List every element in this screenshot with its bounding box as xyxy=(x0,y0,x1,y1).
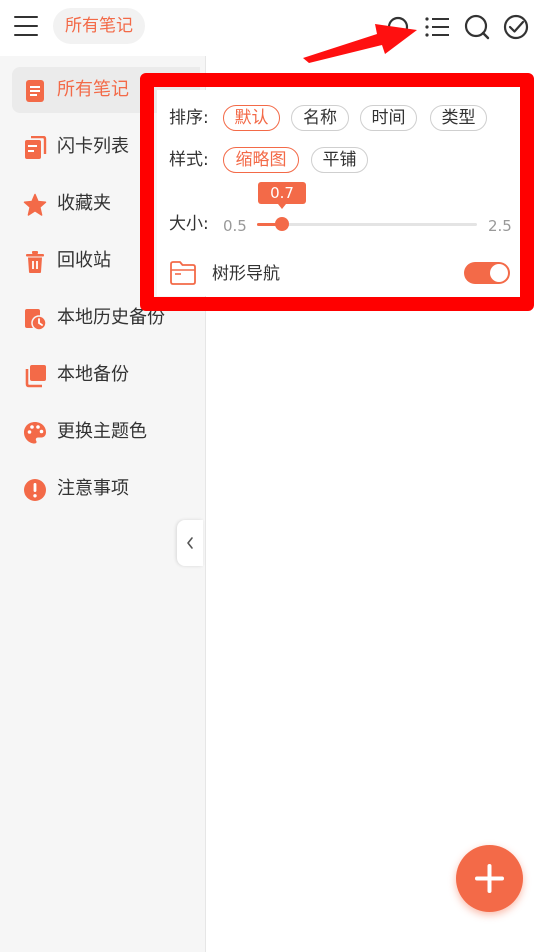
sort-option-type[interactable]: 类型 xyxy=(430,105,487,131)
sidebar-item-notes[interactable]: 注意事项 xyxy=(12,466,200,512)
size-max-value: 2.5 xyxy=(488,217,512,235)
top-bar: 所有笔记 xyxy=(0,0,554,56)
size-slider[interactable]: 0.7 xyxy=(257,182,477,231)
sort-label: 排序: xyxy=(169,108,209,128)
view-settings-panel: 排序: 默认 名称 时间 类型 样式: 缩略图 平铺 大小: 0.5 0.7 2… xyxy=(157,90,519,296)
sidebar-item-label: 本地历史备份 xyxy=(57,307,165,328)
size-value-tooltip: 0.7 xyxy=(258,182,306,209)
size-label: 大小: xyxy=(169,214,209,234)
sidebar-item-local-history-backup[interactable]: 本地历史备份 xyxy=(12,295,200,341)
sort-option-default[interactable]: 默认 xyxy=(223,105,280,131)
add-note-button[interactable] xyxy=(456,845,523,912)
sidebar-collapse-button[interactable] xyxy=(177,520,203,566)
style-option-thumbnail[interactable]: 缩略图 xyxy=(223,147,299,173)
sidebar-item-label: 更换主题色 xyxy=(57,421,147,442)
history-backup-icon xyxy=(25,309,47,331)
annotation-arrow xyxy=(303,24,417,63)
sidebar-item-label: 所有笔记 xyxy=(57,79,129,100)
sidebar-item-label: 闪卡列表 xyxy=(57,136,129,157)
toggle-knob xyxy=(490,264,508,282)
sidebar-item-theme-color[interactable]: 更换主题色 xyxy=(12,409,200,455)
select-check-icon[interactable] xyxy=(501,12,531,42)
style-option-tile[interactable]: 平铺 xyxy=(311,147,368,173)
palette-icon xyxy=(24,422,46,444)
trash-icon xyxy=(26,251,44,273)
sidebar-item-label: 收藏夹 xyxy=(57,193,111,214)
style-label: 样式: xyxy=(169,150,209,170)
list-view-icon[interactable] xyxy=(422,12,452,42)
flashcards-icon xyxy=(25,136,47,159)
sidebar-item-label: 注意事项 xyxy=(57,478,129,499)
menu-icon[interactable] xyxy=(14,15,38,37)
folder-icon xyxy=(170,261,196,285)
chevron-left-icon xyxy=(187,537,193,549)
star-icon xyxy=(23,193,47,216)
sidebar-item-local-backup[interactable]: 本地备份 xyxy=(12,352,200,398)
page-title: 所有笔记 xyxy=(53,8,145,44)
backup-icon xyxy=(25,365,46,388)
sidebar-item-label: 本地备份 xyxy=(57,364,129,385)
tree-nav-label: 树形导航 xyxy=(212,264,280,284)
sort-option-time[interactable]: 时间 xyxy=(360,105,417,131)
tree-nav-toggle[interactable] xyxy=(464,262,510,284)
alert-icon xyxy=(24,479,46,501)
size-min-value: 0.5 xyxy=(223,217,247,235)
note-list-icon xyxy=(26,80,44,102)
search-icon[interactable] xyxy=(462,12,492,42)
plus-icon xyxy=(475,864,504,893)
sort-option-name[interactable]: 名称 xyxy=(291,105,349,131)
sidebar-item-label: 回收站 xyxy=(57,250,111,271)
size-slider-thumb[interactable]: 0.7 xyxy=(258,182,306,231)
